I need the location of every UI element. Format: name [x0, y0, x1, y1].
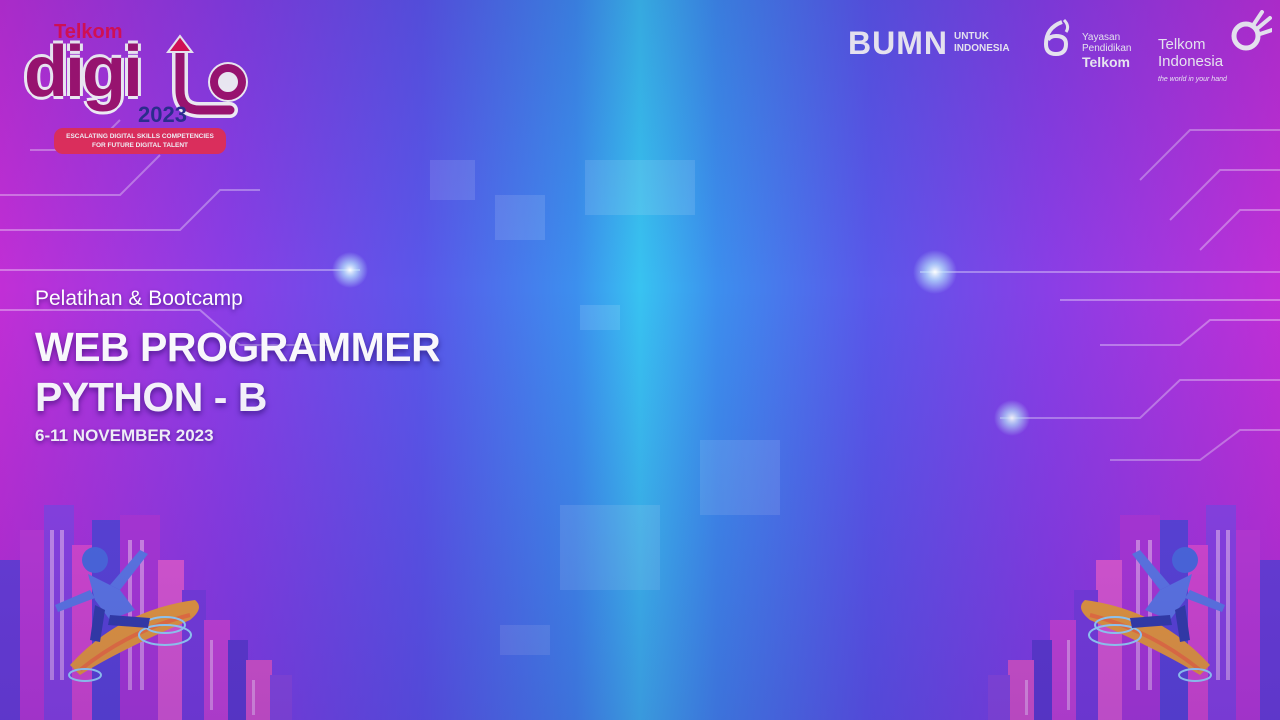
logo-tagline-line2: FOR FUTURE DIGITAL TALENT: [91, 142, 189, 149]
bumn-logo: BUMN UNTUK INDONESIA: [848, 26, 1010, 60]
logo-year: 2023: [138, 102, 187, 127]
event-title-line2: PYTHON - B: [35, 374, 267, 420]
event-title-line1: WEB PROGRAMMER: [35, 324, 441, 370]
bumn-sub-line2: INDONESIA: [953, 43, 1010, 54]
yayasan-logo: Yayasan Pendidikan Telkom: [1040, 16, 1150, 72]
yayasan-brand: Telkom: [1082, 54, 1130, 70]
telkom-indonesia-name: Telkom Indonesia: [1158, 36, 1223, 70]
bumn-mark: BUMN: [848, 25, 948, 61]
logo-tagline: ESCALATING DIGITAL SKILLS COMPETENCIES F…: [54, 128, 226, 154]
city-skater-illustration-left: [0, 505, 292, 720]
yayasan-line1: Yayasan: [1082, 32, 1121, 43]
yayasan-text: Yayasan Pendidikan: [1082, 32, 1131, 54]
event-kicker: Pelatihan & Bootcamp: [35, 287, 243, 310]
yayasan-emblem-icon: [1043, 18, 1070, 57]
telkom-hand-icon: [1231, 10, 1272, 51]
digiup-logo: Telkom digi 2023 ESCALATING DIGITAL SKIL…: [20, 16, 250, 158]
bumn-subtitle: UNTUK INDONESIA: [954, 31, 1010, 55]
ti-line2: Indonesia: [1158, 53, 1224, 70]
event-title: WEB PROGRAMMER PYTHON - B: [35, 322, 441, 422]
ti-line1: Telkom: [1158, 36, 1206, 53]
telkom-indonesia-tagline: the world in your hand: [1158, 76, 1227, 83]
event-date: 6-11 NOVEMBER 2023: [35, 426, 214, 445]
telkom-indonesia-logo: Telkom Indonesia the world in your hand: [1156, 10, 1274, 86]
city-skater-illustration-right: [988, 505, 1280, 720]
bumn-sub-line1: UNTUK: [953, 31, 989, 42]
logo-tagline-line1: ESCALATING DIGITAL SKILLS COMPETENCIES: [66, 133, 214, 140]
yayasan-line2: Pendidikan: [1082, 43, 1132, 54]
event-banner: Telkom digi 2023 ESCALATING DIGITAL SKIL…: [0, 0, 1280, 720]
logo-name: digi: [24, 32, 143, 112]
